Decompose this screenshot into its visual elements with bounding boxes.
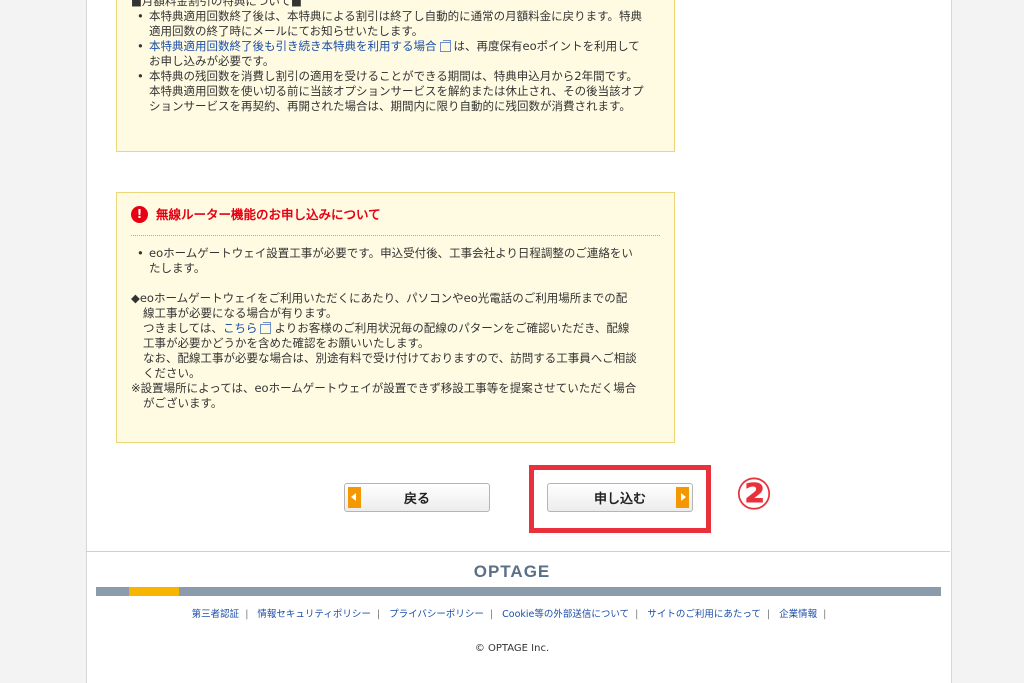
arrow-left-icon [348,487,361,508]
notice-heading: ■月額料金割引の特典について■ [131,0,302,8]
router-notice-box: ! 無線ルーター機能のお申し込みについて • eoホームゲートウェイ設置工事が必… [116,192,675,443]
router-bullet-line: たします。 [149,261,206,275]
footer-link-site-usage[interactable]: サイトのご利用にあたって [647,609,761,620]
footer-separator: | [489,609,494,620]
optage-logo[interactable]: OPTAGE [0,562,1024,582]
notice-item-line: 本特典適用回数を使い切る前に当該オプションサービスを解約または休止され、その後当… [149,84,644,98]
back-button[interactable]: 戻る [344,483,490,512]
new-window-icon [439,39,451,52]
wiring-paragraph-line: なお、配線工事が必要な場合は、別途有料で受け付けておりますので、訪問する工事員へ… [143,351,637,365]
wiring-paragraph-line: ください。 [143,366,201,380]
bullet-icon: • [137,39,144,53]
notice-item-line: 本特典の残回数を消費し割引の適用を受けることができる期間は、特典申込月から2年間… [149,69,638,83]
bullet-icon: • [137,9,144,23]
bullet-icon: • [137,69,144,83]
wiring-paragraph-line: 線工事が必要になる場合が有ります。 [143,306,338,320]
footer-links: 第三者認証 | 情報セキュリティポリシー | プライバシーポリシー | Cookie等… [0,606,1024,620]
notice-item-text: は、再度保有eoポイントを利用して [453,39,640,53]
apply-button-highlight [529,465,711,533]
bullet-icon: • [137,246,144,260]
router-bullet: • eoホームゲートウェイ設置工事が必要です。申込受付後、工事会社より日程調整の… [131,246,660,276]
footer-separator: | [823,609,827,620]
discount-notice-box: ■月額料金割引の特典について■ • 本特典適用回数終了後は、本特典による割引は終… [116,0,675,152]
copyright: © OPTAGE Inc. [474,643,550,654]
notice-item: • 本特典適用回数終了後は、本特典による割引は終了し自動的に通常の月額料金に戻り… [131,9,660,39]
footer-link-cookie[interactable]: Cookie等の外部送信について [502,609,629,620]
new-window-icon [260,321,272,334]
notice-item-line: お申し込みが必要です。 [149,54,275,68]
notice-item-line: ションサービスを再契約、再開された場合は、期間内に限り自動的に残回数が消費されま… [149,99,631,113]
continue-benefit-link[interactable]: 本特典適用回数終了後も引き続き本特典を利用する場合 [149,39,437,53]
footer-bar-accent [129,587,179,596]
footer-separator: | [635,609,639,620]
installation-note: ※設置場所によっては、eoホームゲートウェイが設置できず移設工事等を提案させてい… [131,381,637,395]
wiring-text: よりお客様のご利用状況毎の配線のパターンをご確認いただき、配線 [274,321,630,335]
back-button-label: 戻る [403,492,430,507]
footer-link-company-info[interactable]: 企業情報 [779,609,817,620]
notice-item-line: 適用回数の終了時にメールにてお知らせいたします。 [149,24,424,38]
footer-separator: | [766,609,771,620]
router-notice-title: 無線ルーター機能のお申し込みについて [156,206,381,222]
footer-divider [86,551,950,552]
notice-item-line: 本特典適用回数終了後は、本特典による割引は終了し自動的に通常の月額料金に戻ります… [149,9,642,23]
wiring-pattern-link[interactable]: こちら [223,321,258,335]
router-notice-header: ! 無線ルーター機能のお申し込みについて [131,193,660,236]
notice-item: • 本特典適用回数終了後も引き続き本特典を利用する場合 は、再度保有eoポイントを… [131,39,660,69]
wiring-paragraph: ◆eoホームゲートウェイをご利用いただくにあたり、パソコンやeo光電話のご利用場… [131,291,628,305]
footer-link-security-policy[interactable]: 情報セキュリティポリシー [257,609,370,620]
notice-item: • 本特典の残回数を消費し割引の適用を受けることができる期間は、特典申込月から2… [131,69,660,114]
footer-separator: | [245,609,249,620]
step-number-annotation: ② [735,469,773,520]
router-bullet-line: eoホームゲートウェイ設置工事が必要です。申込受付後、工事会社より日程調整のご連… [149,246,633,260]
footer-link-privacy-policy[interactable]: プライバシーポリシー [389,609,484,620]
wiring-text: つきましては、 [143,321,223,335]
footer-link-certification[interactable]: 第三者認証 [192,609,240,620]
footer-separator: | [376,609,381,620]
wiring-paragraph-line: つきましては、こちら よりお客様のご利用状況毎の配線のパターンをご確認いただき、配… [131,321,660,336]
exclamation-icon: ! [131,205,148,223]
wiring-paragraph-line: 工事が必要かどうかを含めた確認をお願いいたします。 [143,336,430,350]
footer-color-bar [96,587,941,596]
installation-note-line: がございます。 [143,396,223,410]
